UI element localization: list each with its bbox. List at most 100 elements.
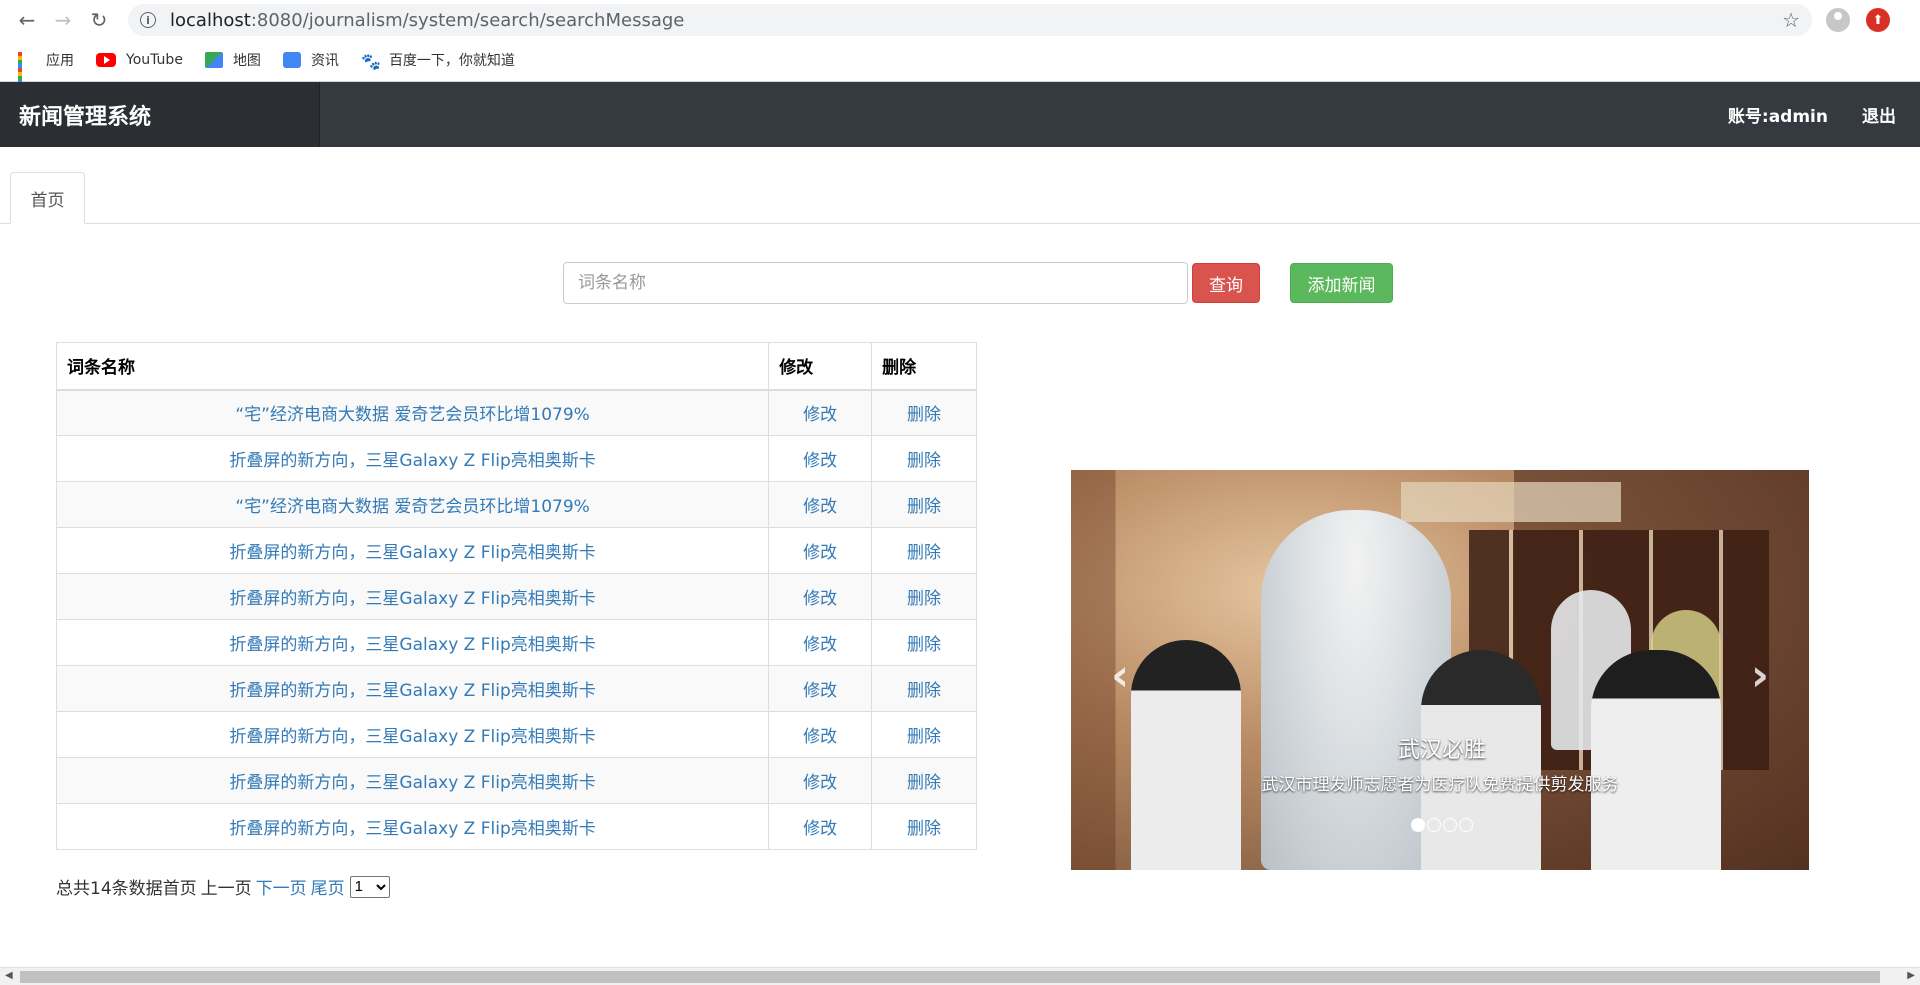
carousel-next-icon[interactable]: › [1751, 650, 1769, 701]
edit-link[interactable]: 修改 [768, 711, 873, 758]
edit-link[interactable]: 修改 [768, 757, 873, 804]
apps-icon [18, 52, 36, 88]
news-title-link[interactable]: 折叠屏的新方向，三星Galaxy Z Flip亮相奥斯卡 [55, 711, 770, 758]
carousel-prev-icon[interactable]: ‹ [1111, 650, 1129, 701]
carousel-caption-subtitle: 武汉市理发师志愿者为医疗队免费提供剪发服务 [1261, 775, 1619, 795]
bookmark-item[interactable]: 资讯 [282, 50, 339, 70]
delete-link[interactable]: 删除 [871, 573, 977, 620]
edit-link[interactable]: 修改 [768, 665, 873, 712]
bookmark-item[interactable]: 地图 [204, 50, 261, 70]
reload-icon[interactable]: ↻ [84, 5, 114, 35]
table-row: 折叠屏的新方向，三星Galaxy Z Flip亮相奥斯卡 修改 删除 [55, 757, 977, 804]
edit-link[interactable]: 修改 [768, 481, 873, 528]
column-header-title: 词条名称 [55, 342, 770, 391]
profile-avatar-icon[interactable] [1826, 8, 1850, 32]
delete-link[interactable]: 删除 [871, 481, 977, 528]
table-row: “宅”经济电商大数据 爱奇艺会员环比增1079% 修改 删除 [55, 481, 977, 528]
search-input[interactable] [563, 262, 1188, 304]
bookmark-item[interactable]: 应用 [18, 50, 74, 88]
delete-link[interactable]: 删除 [871, 435, 977, 482]
bookmark-label: 资讯 [310, 53, 339, 69]
column-header-edit: 修改 [768, 342, 873, 391]
delete-link[interactable]: 删除 [871, 803, 977, 850]
table-row: 折叠屏的新方向，三星Galaxy Z Flip亮相奥斯卡 修改 删除 [55, 803, 977, 850]
news-table: 词条名称 修改 删除 “宅”经济电商大数据 爱奇艺会员环比增1079% 修改 删除折… [55, 342, 977, 850]
carousel-indicators [1075, 818, 1809, 832]
edit-link[interactable]: 修改 [768, 435, 873, 482]
carousel-indicator-dot[interactable] [1427, 818, 1441, 832]
scroll-right-icon[interactable]: ▶ [1907, 970, 1915, 981]
delete-link[interactable]: 删除 [871, 389, 977, 436]
browser-chrome: ← → ↻ i localhost:8080/journalism/system… [0, 0, 1920, 88]
news-title-link[interactable]: “宅”经济电商大数据 爱奇艺会员环比增1079% [55, 389, 770, 436]
news-title-link[interactable]: 折叠屏的新方向，三星Galaxy Z Flip亮相奥斯卡 [55, 435, 770, 482]
edit-link[interactable]: 修改 [768, 527, 873, 574]
site-info-icon[interactable]: i [140, 12, 156, 28]
address-bar[interactable]: i localhost:8080/journalism/system/searc… [128, 4, 1812, 36]
edit-link[interactable]: 修改 [768, 619, 873, 666]
news-title-link[interactable]: 折叠屏的新方向，三星Galaxy Z Flip亮相奥斯卡 [55, 619, 770, 666]
carousel-caption-title: 武汉必胜 [1397, 738, 1486, 763]
carousel-indicator-dot[interactable] [1459, 818, 1473, 832]
tab-home[interactable]: 首页 [10, 172, 85, 224]
pager-next-link[interactable]: 下一页 [256, 874, 307, 899]
table-row: 折叠屏的新方向，三星Galaxy Z Flip亮相奥斯卡 修改 删除 [55, 435, 977, 482]
news-title-link[interactable]: 折叠屏的新方向，三星Galaxy Z Flip亮相奥斯卡 [55, 757, 770, 804]
delete-link[interactable]: 删除 [871, 527, 977, 574]
news-title-link[interactable]: 折叠屏的新方向，三星Galaxy Z Flip亮相奥斯卡 [55, 803, 770, 850]
table-row: “宅”经济电商大数据 爱奇艺会员环比增1079% 修改 删除 [55, 389, 977, 436]
news-title-link[interactable]: 折叠屏的新方向，三星Galaxy Z Flip亮相奥斯卡 [55, 665, 770, 712]
bookmark-item[interactable]: 🐾 百度一下，你就知道 [361, 50, 515, 71]
bookmarks-bar: 应用 YouTube 地图 资讯 🐾 百度一下，你就知道 [0, 40, 1920, 88]
edit-link[interactable]: 修改 [768, 803, 873, 850]
scrollbar-thumb[interactable] [20, 971, 1880, 983]
news-icon [282, 52, 301, 68]
address-row: ← → ↻ i localhost:8080/journalism/system… [0, 0, 1920, 40]
pager-summary: 总共14条数据首页 [56, 879, 197, 899]
carousel-indicator-dot[interactable] [1411, 818, 1425, 832]
table-row: 折叠屏的新方向，三星Galaxy Z Flip亮相奥斯卡 修改 删除 [55, 711, 977, 758]
bookmark-item[interactable]: YouTube [96, 52, 183, 68]
carousel-indicator-dot[interactable] [1443, 818, 1457, 832]
youtube-icon [96, 53, 116, 67]
query-button[interactable]: 查询 [1192, 263, 1260, 303]
news-title-link[interactable]: 折叠屏的新方向，三星Galaxy Z Flip亮相奥斯卡 [55, 573, 770, 620]
table-row: 折叠屏的新方向，三星Galaxy Z Flip亮相奥斯卡 修改 删除 [55, 665, 977, 712]
image-carousel: ‹ › 武汉必胜 武汉市理发师志愿者为医疗队免费提供剪发服务 [1071, 470, 1809, 870]
search-row: 查询 添加新闻 [563, 262, 1393, 304]
brand-title[interactable]: 新闻管理系统 [0, 82, 320, 147]
header-user-area: 账号:admin 退出 [1728, 102, 1920, 127]
delete-link[interactable]: 删除 [871, 757, 977, 804]
pagination: 总共14条数据首页 上一页 下一页 尾页 1 [56, 874, 390, 899]
app-header: 新闻管理系统 账号:admin 退出 [0, 82, 1920, 147]
edit-link[interactable]: 修改 [768, 573, 873, 620]
news-title-link[interactable]: 折叠屏的新方向，三星Galaxy Z Flip亮相奥斯卡 [55, 527, 770, 574]
table-row: 折叠屏的新方向，三星Galaxy Z Flip亮相奥斯卡 修改 删除 [55, 527, 977, 574]
url-host: localhost [170, 9, 251, 31]
forward-arrow-icon[interactable]: → [48, 5, 78, 35]
extension-icon[interactable]: ⬆ [1866, 8, 1890, 32]
table-row: 折叠屏的新方向，三星Galaxy Z Flip亮相奥斯卡 修改 删除 [55, 619, 977, 666]
page-select[interactable]: 1 [349, 875, 390, 898]
bookmark-label: 地图 [232, 53, 261, 69]
delete-link[interactable]: 删除 [871, 711, 977, 758]
table-header-row: 词条名称 修改 删除 [55, 342, 977, 391]
table-row: 折叠屏的新方向，三星Galaxy Z Flip亮相奥斯卡 修改 删除 [55, 573, 977, 620]
delete-link[interactable]: 删除 [871, 665, 977, 712]
url-path: :8080/journalism/system/search/searchMes… [250, 9, 685, 31]
scroll-left-icon[interactable]: ◀ [5, 970, 13, 981]
bookmark-star-icon[interactable]: ☆ [1782, 8, 1800, 32]
bookmark-label: 应用 [46, 53, 74, 69]
account-label[interactable]: 账号:admin [1728, 102, 1828, 127]
horizontal-scrollbar[interactable]: ◀ ▶ [0, 967, 1920, 985]
news-title-link[interactable]: “宅”经济电商大数据 爱奇艺会员环比增1079% [55, 481, 770, 528]
edit-link[interactable]: 修改 [768, 389, 873, 436]
logout-link[interactable]: 退出 [1862, 102, 1896, 127]
add-news-button[interactable]: 添加新闻 [1290, 263, 1393, 303]
carousel-caption: 武汉必胜 武汉市理发师志愿者为医疗队免费提供剪发服务 [1071, 732, 1809, 795]
delete-link[interactable]: 删除 [871, 619, 977, 666]
pager-last-link[interactable]: 尾页 [311, 874, 345, 899]
back-arrow-icon[interactable]: ← [12, 5, 42, 35]
tab-bar: 首页 [0, 147, 1920, 224]
bookmark-label: 百度一下，你就知道 [388, 53, 515, 69]
